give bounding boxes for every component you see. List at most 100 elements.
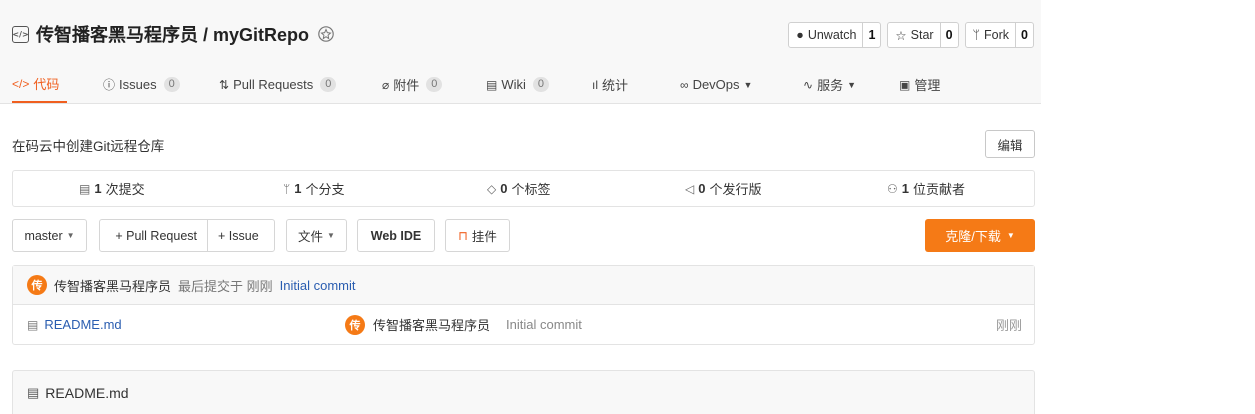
contributors-count: 1 (901, 181, 909, 196)
star-count[interactable]: 0 (939, 23, 958, 47)
code-repo-icon: </> (12, 25, 29, 43)
tags-label: 个标签 (511, 182, 551, 197)
attachments-count: 0 (426, 77, 443, 92)
tab-attachments[interactable]: ⌀ 附件 0 (382, 66, 443, 103)
tab-manage[interactable]: ▣ 管理 (899, 66, 940, 103)
service-icon: ∿ (803, 77, 814, 92)
edit-description-button[interactable]: 编辑 (985, 130, 1035, 158)
pull-request-icon: ⇅ (219, 77, 230, 92)
branch-name: master (24, 228, 63, 243)
tag-icon: ◇ (487, 181, 497, 196)
tab-code[interactable]: </> 代码 (12, 66, 67, 103)
pull-requests-count: 0 (320, 77, 337, 92)
file-name: README.md (44, 317, 122, 332)
file-commit-time: 刚刚 (995, 318, 1022, 333)
chevron-down-icon: ▼ (1006, 231, 1015, 240)
tab-code-label: 代码 (33, 77, 60, 92)
fork-label: Fork (984, 28, 1010, 42)
issues-count: 0 (163, 77, 180, 92)
releases-count: 0 (698, 181, 706, 196)
avatar[interactable]: 传 (27, 275, 47, 295)
contributors-label: 位贡献者 (913, 182, 966, 197)
file-commit-message[interactable]: Initial commit (506, 317, 582, 332)
commits-label: 次提交 (105, 182, 145, 197)
tab-pull-requests-label: Pull Requests (233, 77, 314, 92)
file-commit-author[interactable]: 传智播客黑马程序员 (373, 315, 490, 334)
tab-services[interactable]: ∿ 服务 ▼ (803, 66, 856, 103)
commit-time: 最后提交于 刚刚 (178, 278, 273, 294)
eye-icon: ● (796, 28, 804, 42)
watch-count[interactable]: 1 (862, 23, 880, 47)
branch-select[interactable]: master ▼ (12, 219, 87, 252)
commit-icon: ▤ (79, 181, 91, 196)
table-row: ▤ README.md 传 传智播客黑马程序员 Initial commit 刚… (13, 305, 1034, 344)
star-button[interactable]: ☆ Star 0 (887, 22, 959, 48)
new-issue-button[interactable]: + Issue (207, 220, 269, 251)
repo-stats-bar: ▤ 1 次提交 ᛘ 1 个分支 ◇ 0 个标签 ◁ 0 个发行版 ⚇ 1 位贡献… (12, 170, 1035, 207)
recommend-badge-icon[interactable] (317, 25, 335, 43)
unwatch-button[interactable]: ● Unwatch 1 (788, 22, 882, 48)
release-icon: ◁ (685, 181, 695, 196)
stat-tags[interactable]: ◇ 0 个标签 (487, 171, 550, 206)
repo-name[interactable]: 传智播客黑马程序员 / myGitRepo (36, 21, 309, 47)
tab-wiki[interactable]: ▤ Wiki 0 (486, 66, 550, 103)
branch-icon: ᛘ (283, 181, 291, 196)
chevron-down-icon: ▼ (847, 79, 856, 90)
file-menu-label: 文件 (298, 230, 324, 244)
branches-count: 1 (294, 181, 302, 196)
wiki-count: 0 (532, 77, 550, 92)
devops-icon: ∞ (680, 77, 689, 92)
issue-icon: ⓘ (103, 78, 116, 92)
file-menu-button[interactable]: 文件 ▼ (286, 219, 347, 252)
file-icon: ▤ (27, 317, 39, 332)
stat-releases[interactable]: ◁ 0 个发行版 (685, 171, 761, 206)
stat-contributors[interactable]: ⚇ 1 位贡献者 (887, 171, 965, 206)
repo-tabs: </> 代码 ⓘ Issues 0 ⇅ Pull Requests 0 ⌀ 附件… (0, 66, 1041, 104)
tab-attachments-label: 附件 (393, 78, 420, 93)
commit-author[interactable]: 传智播客黑马程序员 (54, 276, 171, 295)
file-icon: ▤ (27, 384, 40, 400)
chevron-down-icon: ▼ (66, 231, 75, 240)
fork-icon: ᛘ (972, 28, 981, 42)
tab-stats[interactable]: ıl 统计 (592, 66, 628, 103)
stat-commits[interactable]: ▤ 1 次提交 (79, 171, 145, 206)
create-group: + Pull Request + Issue (99, 219, 275, 252)
branches-label: 个分支 (305, 182, 345, 197)
repo-description: 在码云中创建Git远程仓库 (12, 139, 165, 154)
web-ide-button[interactable]: Web IDE (357, 219, 435, 252)
attachment-icon: ⌀ (382, 77, 390, 92)
new-pull-request-button[interactable]: + Pull Request (105, 220, 207, 251)
repo-title: </> 传智播客黑马程序员 / myGitRepo (12, 22, 335, 46)
repo-actions: ● Unwatch 1 ☆ Star 0 ᛘ Fork 0 (788, 22, 1034, 48)
fork-button[interactable]: ᛘ Fork 0 (964, 22, 1034, 48)
file-link[interactable]: ▤ README.md (27, 305, 122, 344)
tab-devops[interactable]: ∞ DevOps ▼ (680, 66, 752, 103)
unwatch-label: Unwatch (807, 28, 857, 42)
manage-icon: ▣ (899, 77, 911, 92)
file-commit-info: 传 传智播客黑马程序员 Initial commit (345, 305, 582, 344)
tab-pull-requests[interactable]: ⇅ Pull Requests 0 (219, 66, 337, 103)
code-icon: </> (12, 76, 30, 91)
tab-stats-label: 统计 (602, 78, 629, 93)
tab-issues[interactable]: ⓘ Issues 0 (103, 66, 180, 103)
stat-branches[interactable]: ᛘ 1 个分支 (283, 171, 344, 206)
fork-count[interactable]: 0 (1015, 23, 1033, 47)
avatar[interactable]: 传 (345, 314, 365, 335)
contributor-icon: ⚇ (887, 181, 898, 196)
star-label: Star (910, 28, 934, 42)
commit-message-link[interactable]: Initial commit (280, 278, 356, 293)
tab-devops-label: DevOps (692, 77, 740, 92)
clone-label: 克隆/下载 (945, 229, 1001, 244)
clone-download-button[interactable]: 克隆/下载 ▼ (925, 219, 1035, 252)
last-commit-bar: 传 传智播客黑马程序员 最后提交于 刚刚 Initial commit (13, 266, 1034, 305)
repo-toolbar: master ▼ + Pull Request + Issue 文件 ▼ Web… (12, 219, 1035, 253)
tags-count: 0 (500, 181, 508, 196)
file-list-panel: 传 传智播客黑马程序员 最后提交于 刚刚 Initial commit ▤ RE… (12, 265, 1035, 345)
mount-widget-button[interactable]: ⊓ 挂件 (445, 219, 510, 252)
star-icon: ☆ (895, 28, 907, 43)
releases-label: 个发行版 (709, 182, 762, 197)
tab-wiki-label: Wiki (501, 77, 526, 92)
readme-header: ▤ README.md (12, 370, 1035, 414)
tab-issues-label: Issues (119, 77, 157, 92)
chevron-down-icon: ▼ (743, 79, 753, 90)
